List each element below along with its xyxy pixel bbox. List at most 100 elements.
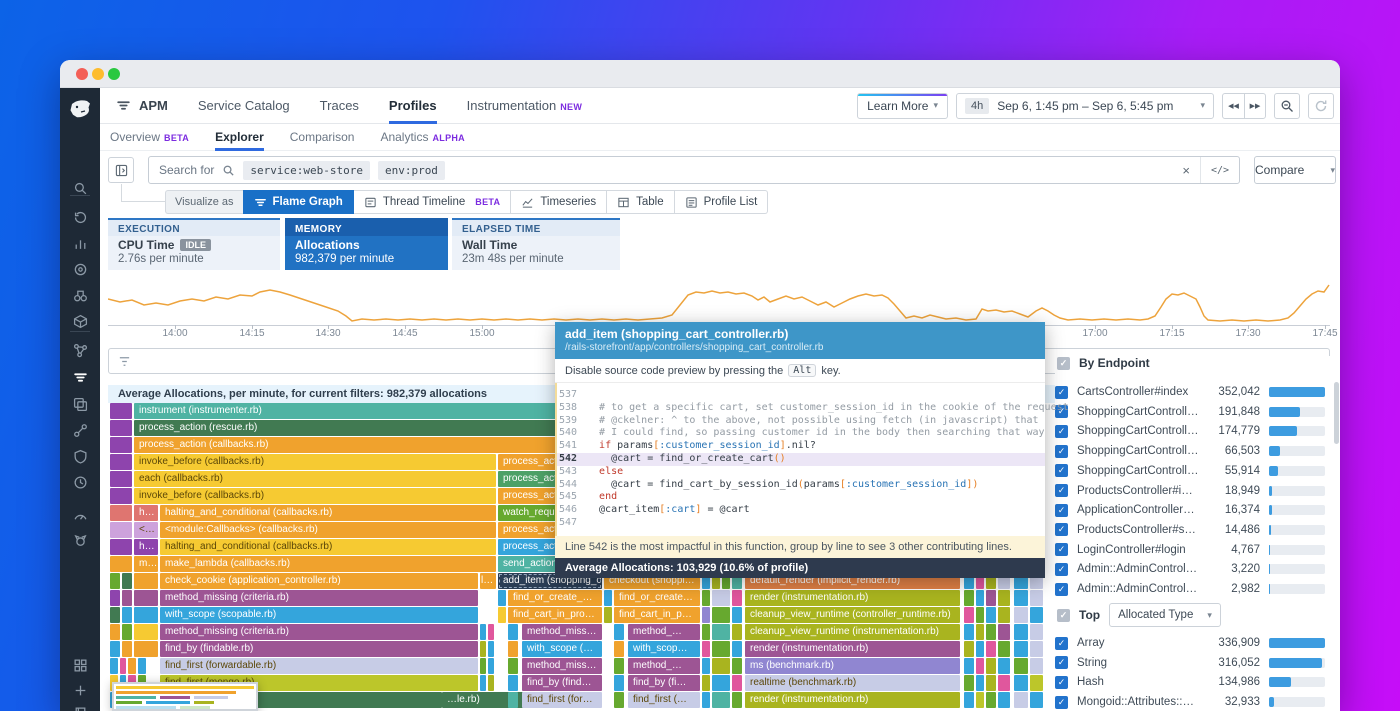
- flame-frame[interactable]: [986, 641, 996, 657]
- flame-frame[interactable]: [508, 658, 518, 674]
- metric-card-execution[interactable]: EXECUTIONCPU TimeIDLE2.76s per minute: [108, 218, 280, 270]
- flame-frame[interactable]: render (instrumentation.rb): [745, 641, 960, 657]
- flame-frame[interactable]: [986, 607, 996, 623]
- search-bar[interactable]: Search for service:web-storeenv:prod × <…: [148, 156, 1240, 184]
- flame-frame[interactable]: [110, 539, 132, 555]
- flame-frame[interactable]: [614, 641, 624, 657]
- flame-frame[interactable]: [498, 607, 506, 623]
- flame-frame[interactable]: [110, 590, 120, 606]
- apm-brand[interactable]: APM: [139, 98, 168, 113]
- flame-frame[interactable]: [976, 692, 984, 708]
- time-forward-button[interactable]: ▶▶: [1244, 94, 1265, 118]
- allocated-type-row[interactable]: ✓String316,052: [1055, 653, 1325, 673]
- flame-frame[interactable]: [134, 641, 158, 657]
- flame-frame[interactable]: [480, 658, 486, 674]
- flame-frame[interactable]: with_scope (scopable.rb): [160, 607, 478, 623]
- flame-frame[interactable]: [1030, 607, 1043, 623]
- flame-frame[interactable]: [732, 658, 742, 674]
- flame-frame[interactable]: [110, 505, 132, 521]
- endpoint-row[interactable]: ✓ShoppingCartController#deliver55,914: [1055, 461, 1325, 481]
- flame-frame[interactable]: [604, 590, 612, 606]
- flame-frame[interactable]: [488, 658, 494, 674]
- flame-frame[interactable]: [110, 573, 120, 589]
- flame-frame[interactable]: [110, 420, 132, 436]
- allocated-type-checkbox[interactable]: ✓: [1055, 656, 1068, 669]
- time-backward-button[interactable]: ◀◀: [1223, 94, 1244, 118]
- allocated-type-checkbox[interactable]: ✓: [1055, 637, 1068, 650]
- flame-frame[interactable]: [128, 658, 136, 674]
- flame-frame[interactable]: [508, 624, 518, 640]
- endpoint-checkbox[interactable]: ✓: [1055, 523, 1068, 536]
- flame-frame[interactable]: [134, 573, 158, 589]
- flame-frame[interactable]: <module:Callbacks> (callbacks.rb): [160, 522, 496, 538]
- flame-frame[interactable]: find_by (findabl…: [522, 675, 602, 691]
- flame-frame[interactable]: [976, 590, 984, 606]
- endpoint-checkbox[interactable]: ✓: [1055, 464, 1068, 477]
- flame-frame[interactable]: cleanup_view_runtime (instrumentation.rb…: [745, 624, 960, 640]
- flame-frame[interactable]: [998, 692, 1010, 708]
- flame-frame[interactable]: [702, 624, 710, 640]
- endpoint-checkbox[interactable]: ✓: [1055, 386, 1068, 399]
- flame-frame[interactable]: find_or_create_cart (a…: [508, 590, 602, 606]
- flame-frame[interactable]: [110, 454, 132, 470]
- flame-frame[interactable]: [702, 641, 710, 657]
- help-book-icon[interactable]: [68, 701, 92, 711]
- flame-frame[interactable]: [488, 675, 494, 691]
- flame-frame[interactable]: invoke_before (callbacks.rb): [134, 454, 496, 470]
- flame-frame[interactable]: h…: [134, 539, 158, 555]
- flame-frame[interactable]: [1014, 675, 1028, 691]
- flame-frame[interactable]: [110, 403, 132, 419]
- flame-frame[interactable]: [614, 624, 624, 640]
- flame-frame[interactable]: find_by (fi…: [628, 675, 700, 691]
- flame-frame[interactable]: [1014, 590, 1028, 606]
- code-view-icon[interactable]: </>: [1200, 157, 1239, 183]
- subnav-tab-overview[interactable]: OverviewBETA: [110, 124, 189, 151]
- nav-tab-service-catalog[interactable]: Service Catalog: [198, 88, 290, 124]
- flame-frame[interactable]: [1014, 607, 1028, 623]
- compare-button[interactable]: Compare▾: [1254, 156, 1336, 184]
- flame-frame[interactable]: [122, 590, 132, 606]
- datadog-logo[interactable]: [67, 96, 93, 122]
- gauge-icon[interactable]: [68, 503, 92, 527]
- endpoint-row[interactable]: ✓ShoppingCartController#add_item191,848: [1055, 402, 1325, 422]
- flame-frame[interactable]: halting_and_conditional (callbacks.rb): [160, 505, 496, 521]
- endpoint-row[interactable]: ✓ShoppingCartController#checkout174,779: [1055, 421, 1325, 441]
- flame-frame[interactable]: [986, 590, 996, 606]
- flame-frame[interactable]: <…: [134, 522, 158, 538]
- endpoint-checkbox[interactable]: ✓: [1055, 504, 1068, 517]
- flame-frame[interactable]: [110, 471, 132, 487]
- minimize-window-button[interactable]: [92, 68, 104, 80]
- endpoint-checkbox[interactable]: ✓: [1055, 583, 1068, 596]
- flame-frame[interactable]: [732, 641, 742, 657]
- flame-frame[interactable]: [138, 658, 146, 674]
- admin-grid-icon[interactable]: [68, 653, 92, 677]
- flame-frame[interactable]: [480, 624, 486, 640]
- flame-frame[interactable]: method_missing (criteria.rb): [160, 590, 478, 606]
- close-window-button[interactable]: [76, 68, 88, 80]
- flame-frame[interactable]: [732, 675, 742, 691]
- refresh-button[interactable]: [1308, 93, 1334, 119]
- flame-frame[interactable]: find_first (forw…: [522, 692, 602, 708]
- flame-frame[interactable]: method_…: [628, 658, 700, 674]
- flame-frame[interactable]: [976, 675, 984, 691]
- flame-frame[interactable]: l…: [480, 573, 496, 589]
- allocated-type-row[interactable]: ✓Array336,909: [1055, 633, 1325, 653]
- visualize-thread-timeline-button[interactable]: Thread TimelineBETA: [354, 190, 512, 214]
- flame-frame[interactable]: [110, 437, 132, 453]
- search-filter-tag[interactable]: service:web-store: [243, 161, 370, 180]
- flame-frame[interactable]: halting_and_conditional (callbacks.rb): [160, 539, 496, 555]
- flame-frame[interactable]: [998, 624, 1010, 640]
- maximize-window-button[interactable]: [108, 68, 120, 80]
- endpoint-scrollbar[interactable]: [1334, 382, 1339, 444]
- endpoint-row[interactable]: ✓Admin::AdminController#rename_…3,220: [1055, 559, 1325, 579]
- flame-frame[interactable]: [702, 590, 710, 606]
- flame-frame[interactable]: [508, 692, 518, 708]
- flame-frame[interactable]: [480, 675, 486, 691]
- flame-frame[interactable]: [976, 607, 984, 623]
- endpoint-row[interactable]: ✓ProductsController#index18,949: [1055, 481, 1325, 501]
- invite-plus-icon[interactable]: [68, 678, 92, 702]
- flame-frame[interactable]: make_lambda (callbacks.rb): [160, 556, 496, 572]
- flame-frame[interactable]: [604, 607, 612, 623]
- history-icon[interactable]: [68, 205, 92, 229]
- endpoint-row[interactable]: ✓ProductsController#show14,486: [1055, 520, 1325, 540]
